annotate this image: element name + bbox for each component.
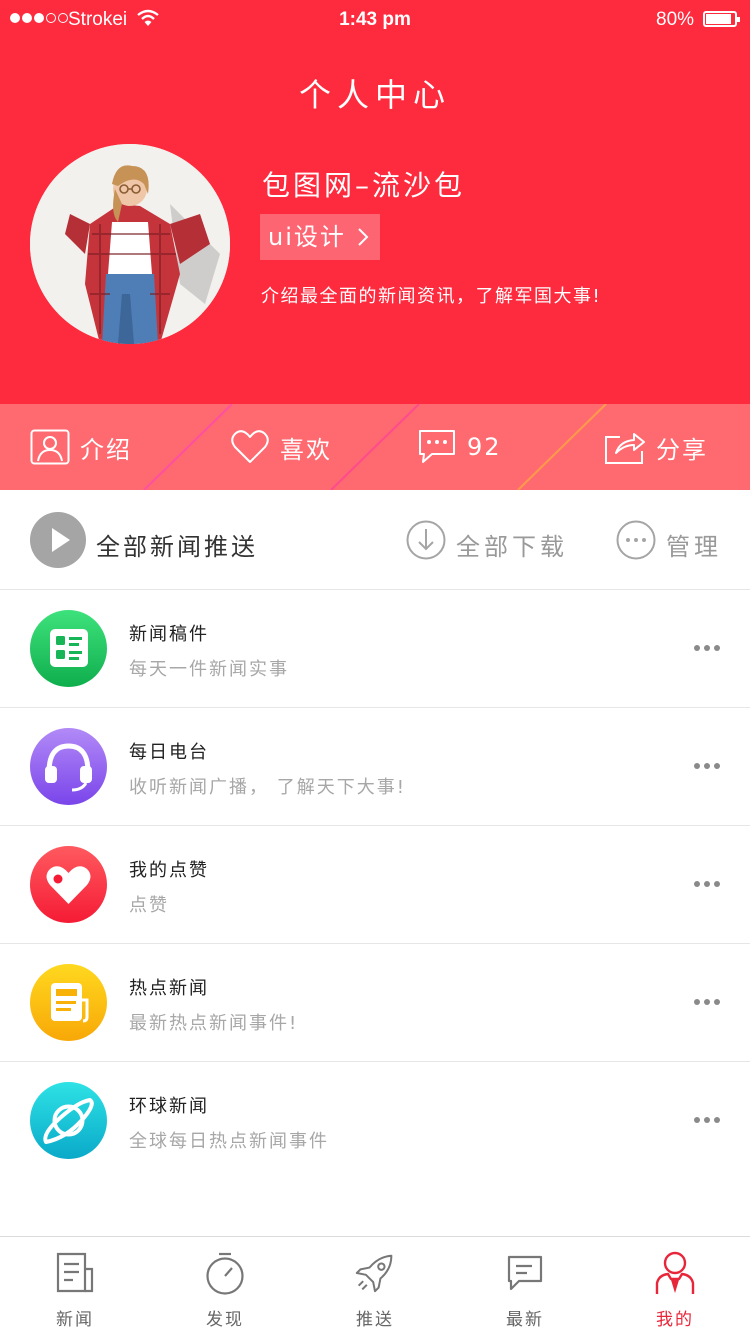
item-title: 环球新闻: [129, 1096, 209, 1117]
more-icon[interactable]: [694, 999, 720, 1005]
action-intro-label: 介绍: [80, 435, 132, 464]
item-subtitle: 每天一件新闻实事: [129, 659, 289, 680]
tab-bar: 新闻 发现 推送 最新 我的: [0, 1236, 750, 1334]
more-icon[interactable]: [694, 881, 720, 887]
tab-mine[interactable]: 我的: [600, 1237, 750, 1334]
feed-controls: 全部新闻推送 全部下载 管理: [0, 490, 750, 590]
chevron-right-icon: [358, 228, 369, 246]
item-title: 热点新闻: [129, 978, 209, 999]
more-icon[interactable]: [694, 763, 720, 769]
message-icon: [507, 1255, 543, 1291]
list-item[interactable]: 环球新闻 全球每日热点新闻事件: [0, 1062, 750, 1180]
play-all-label[interactable]: 全部新闻推送: [96, 527, 258, 562]
channel-list: 新闻稿件 每天一件新闻实事 每日电台 收听新闻广播， 了解天下大事! 我的点赞 …: [0, 590, 750, 1180]
avatar[interactable]: [30, 144, 230, 344]
action-comment[interactable]: 92: [417, 404, 502, 490]
action-bar: 介绍 喜欢 92 分享: [0, 404, 750, 490]
newspaper-icon: [56, 1252, 94, 1293]
divider-line: [517, 404, 607, 490]
tab-news[interactable]: 新闻: [0, 1237, 150, 1334]
profile-icon: [30, 429, 70, 465]
list-item[interactable]: 我的点赞 点赞: [0, 826, 750, 944]
more-icon[interactable]: [694, 1117, 720, 1123]
tab-label: 推送: [356, 1310, 394, 1330]
planet-icon: [30, 1082, 107, 1159]
tag-button[interactable]: ui设计: [260, 214, 380, 260]
item-subtitle: 全球每日热点新闻事件: [129, 1131, 329, 1152]
headphones-icon: [30, 728, 107, 805]
action-share-label: 分享: [656, 435, 708, 464]
more-icon[interactable]: [694, 645, 720, 651]
tab-push[interactable]: 推送: [300, 1237, 450, 1334]
action-share[interactable]: 分享: [604, 404, 708, 490]
more-circle-icon[interactable]: [616, 520, 656, 560]
comment-icon: [419, 430, 455, 463]
comment-count: 92: [467, 433, 502, 461]
item-title: 我的点赞: [129, 860, 209, 881]
user-icon: [655, 1251, 695, 1294]
action-like[interactable]: 喜欢: [230, 404, 332, 490]
news-draft-icon: [30, 610, 107, 687]
tab-label: 我的: [656, 1310, 694, 1330]
tag-label: ui设计: [268, 223, 346, 251]
action-intro[interactable]: 介绍: [30, 404, 132, 490]
heart-like-icon: [30, 846, 107, 923]
divider-line: [143, 404, 233, 490]
page-title: 个人中心: [298, 76, 451, 114]
username: 包图网–流沙包: [262, 169, 466, 202]
download-icon[interactable]: [406, 520, 446, 560]
list-item[interactable]: 热点新闻 最新热点新闻事件!: [0, 944, 750, 1062]
list-item[interactable]: 新闻稿件 每天一件新闻实事: [0, 590, 750, 708]
play-all-icon[interactable]: [30, 512, 86, 568]
battery-percent: 80%: [656, 9, 695, 30]
tab-label: 新闻: [56, 1310, 94, 1330]
action-like-label: 喜欢: [280, 435, 332, 464]
hot-news-icon: [30, 964, 107, 1041]
status-time: 1:43 pm: [339, 9, 411, 30]
avatar-image: [30, 144, 230, 344]
item-subtitle: 收听新闻广播， 了解天下大事!: [129, 777, 406, 798]
item-title: 每日电台: [129, 742, 209, 763]
tab-label: 最新: [506, 1310, 544, 1330]
stopwatch-icon: [206, 1252, 244, 1295]
item-subtitle: 点赞: [129, 895, 169, 916]
manage-label[interactable]: 管理: [666, 527, 722, 562]
tab-discover[interactable]: 发现: [150, 1237, 300, 1334]
tab-latest[interactable]: 最新: [450, 1237, 600, 1334]
list-item[interactable]: 每日电台 收听新闻广播， 了解天下大事!: [0, 708, 750, 826]
download-all-label[interactable]: 全部下载: [456, 527, 568, 562]
profile-header: Strokei 1:43 pm 80% 个人中心 包图网–流沙包 ui设计 介绍…: [0, 0, 750, 404]
status-bar: Strokei 1:43 pm 80%: [0, 0, 750, 40]
tab-label: 发现: [206, 1310, 244, 1330]
share-icon: [605, 433, 645, 464]
item-subtitle: 最新热点新闻事件!: [129, 1013, 299, 1034]
item-title: 新闻稿件: [129, 624, 209, 645]
heart-icon: [231, 430, 269, 463]
divider-line: [330, 404, 420, 490]
rocket-icon: [355, 1254, 393, 1293]
battery-icon: [703, 11, 740, 27]
profile-intro: 介绍最全面的新闻资讯，了解军国大事!: [261, 286, 602, 307]
